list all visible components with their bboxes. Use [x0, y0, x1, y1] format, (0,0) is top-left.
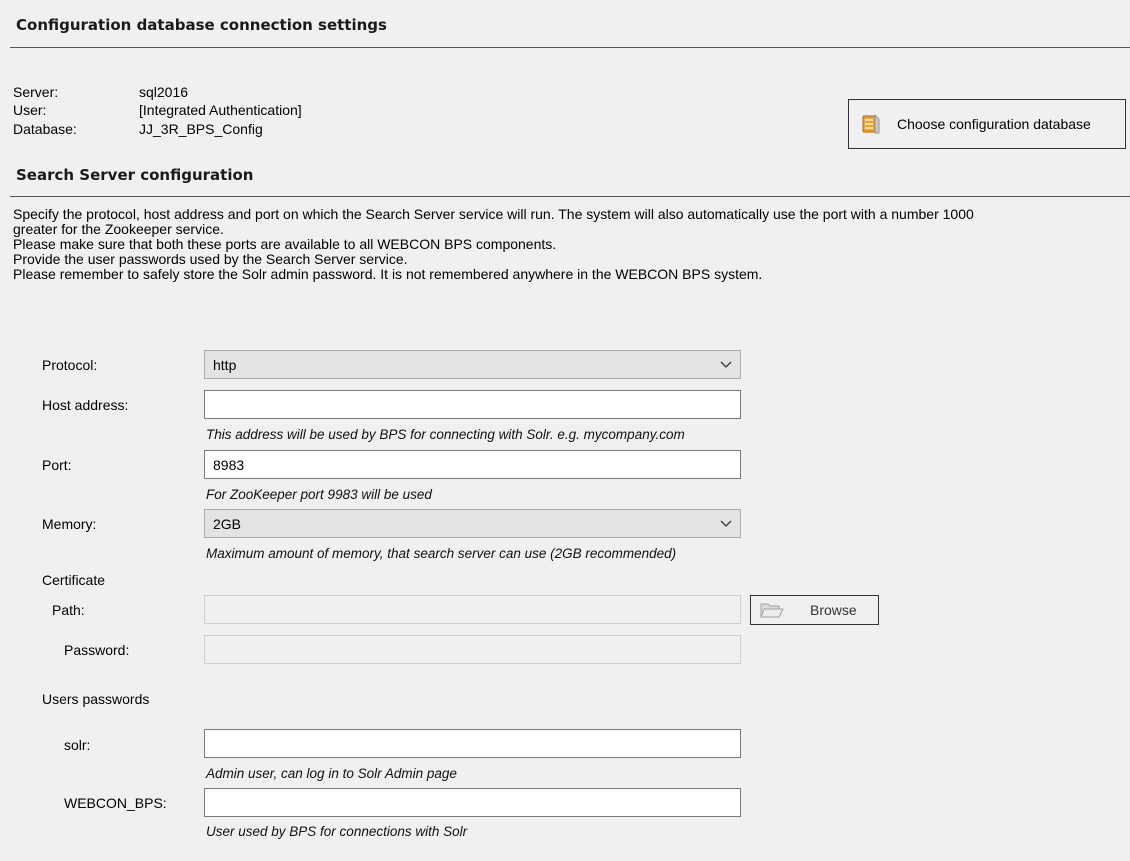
choose-config-db-button[interactable]: Choose configuration database [848, 99, 1126, 149]
database-label: Database: [13, 121, 77, 137]
port-value: 8983 [213, 456, 245, 473]
memory-value: 2GB [213, 515, 242, 532]
database-value: JJ_3R_BPS_Config [139, 121, 263, 137]
port-hint: For ZooKeeper port 9983 will be used [206, 487, 432, 502]
solr-password-input[interactable] [204, 729, 741, 758]
solr-label: solr: [64, 737, 91, 753]
webcon-bps-hint: User used by BPS for connections with So… [206, 824, 468, 839]
browse-label: Browse [810, 602, 857, 618]
chevron-down-icon [712, 361, 740, 369]
description-line: Provide the user passwords used by the S… [13, 251, 408, 267]
path-label: Path: [52, 602, 85, 618]
search-server-description: Specify the protocol, host address and p… [13, 207, 1121, 282]
port-label: Port: [42, 457, 72, 473]
choose-config-db-label: Choose configuration database [897, 116, 1091, 132]
host-address-input[interactable] [204, 390, 741, 419]
user-label: User: [13, 102, 47, 118]
protocol-label: Protocol: [42, 357, 98, 373]
server-label: Server: [13, 84, 59, 100]
protocol-select[interactable]: http [204, 350, 741, 379]
user-value: [Integrated Authentication] [139, 102, 302, 118]
protocol-value: http [213, 356, 237, 373]
description-line: Specify the protocol, host address and p… [13, 206, 974, 222]
certificate-path-input[interactable] [204, 595, 741, 624]
memory-label: Memory: [42, 516, 97, 532]
chevron-down-icon [712, 520, 740, 528]
title-divider [10, 47, 1130, 48]
port-input[interactable]: 8983 [204, 450, 741, 479]
certificate-password-input[interactable] [204, 635, 741, 664]
memory-hint: Maximum amount of memory, that search se… [206, 546, 677, 561]
solr-hint: Admin user, can log in to Solr Admin pag… [206, 766, 457, 781]
section-divider [10, 196, 1130, 197]
database-icon [861, 113, 881, 135]
description-line: greater for the Zookeeper service. [13, 221, 224, 237]
memory-select[interactable]: 2GB [204, 509, 741, 538]
settings-panel: Configuration database connection settin… [0, 0, 1130, 861]
description-line: Please remember to safely store the Solr… [13, 266, 763, 282]
webcon-bps-label: WEBCON_BPS: [64, 795, 167, 811]
folder-open-icon [760, 601, 784, 619]
certificate-label: Certificate [42, 572, 106, 588]
users-passwords-label: Users passwords [42, 691, 150, 707]
browse-button[interactable]: Browse [750, 595, 879, 625]
webcon-bps-password-input[interactable] [204, 788, 741, 817]
host-address-hint: This address will be used by BPS for con… [206, 427, 685, 442]
description-line: Please make sure that both these ports a… [13, 236, 557, 252]
config-db-title: Configuration database connection settin… [16, 16, 387, 34]
server-value: sql2016 [139, 84, 189, 100]
password-label: Password: [64, 642, 130, 658]
search-server-title: Search Server configuration [16, 166, 254, 184]
host-address-label: Host address: [42, 397, 129, 413]
